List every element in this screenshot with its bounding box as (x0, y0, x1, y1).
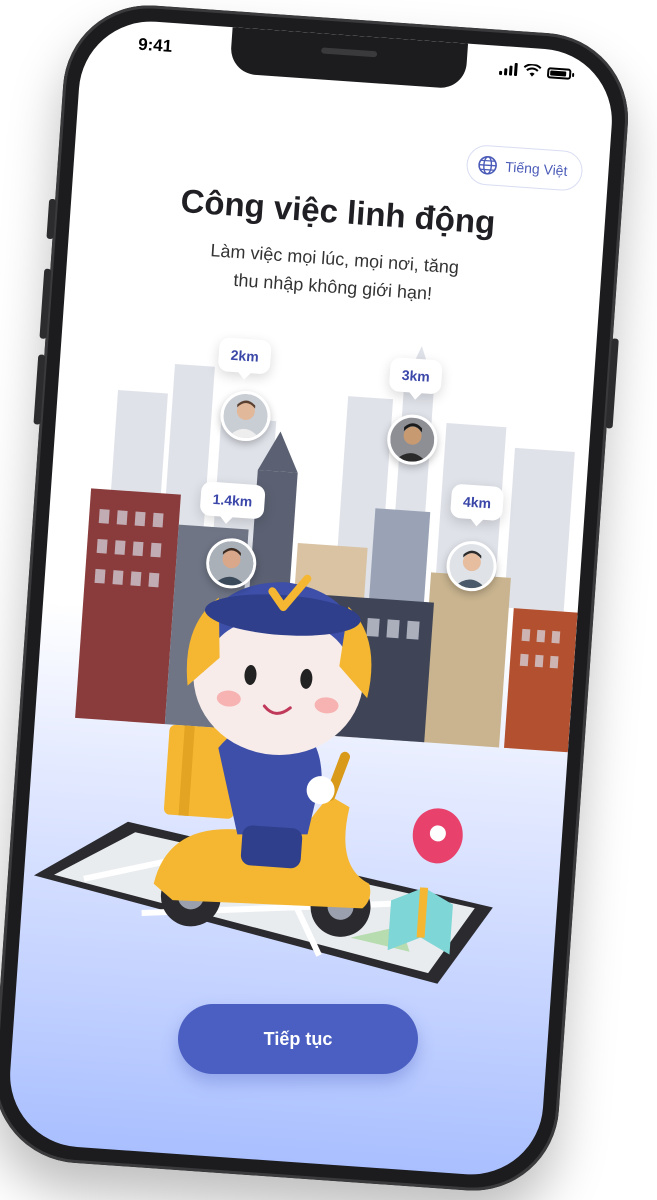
person-icon (222, 392, 270, 440)
distance-bubble: 3km (388, 356, 443, 395)
mute-switch (46, 198, 57, 240)
person-icon (388, 416, 436, 464)
language-label: Tiếng Việt (504, 158, 568, 179)
power-button (605, 338, 619, 429)
person-icon (448, 542, 496, 590)
status-time: 9:41 (137, 34, 173, 56)
globe-icon (478, 155, 497, 175)
continue-button[interactable]: Tiếp tục (178, 1004, 418, 1074)
signal-icon (498, 62, 518, 77)
onboarding-illustration: 2km 3km 1.4km 4km (17, 316, 596, 1012)
city-delivery-illustration (33, 346, 578, 984)
battery-icon (546, 67, 572, 80)
status-icons (498, 62, 572, 80)
distance-bubble: 4km (449, 483, 505, 522)
page-subtitle: Làm việc mọi lúc, mọi nơi, tăng thu nhập… (135, 231, 532, 314)
volume-down-button (33, 354, 46, 425)
wifi-icon (523, 63, 542, 77)
person-icon (207, 539, 255, 587)
distance-bubble: 1.4km (199, 481, 266, 520)
distance-bubble: 2km (217, 337, 272, 375)
language-button[interactable]: Tiếng Việt (465, 143, 584, 192)
notch (229, 27, 469, 90)
volume-up-button (39, 268, 52, 339)
